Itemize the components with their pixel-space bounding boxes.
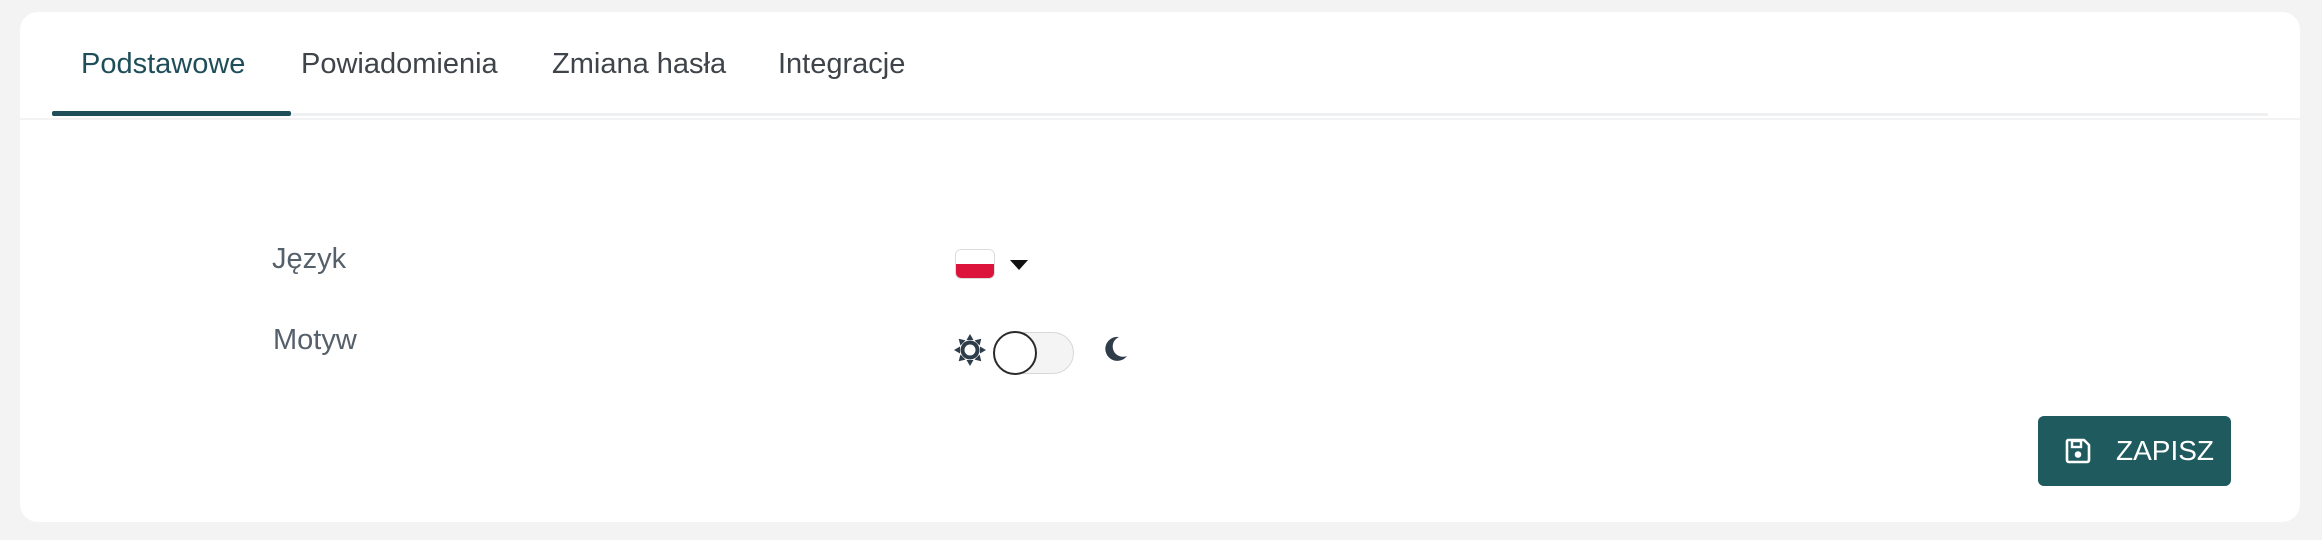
floppy-disk-icon [2065,438,2091,464]
toggle-knob [993,331,1037,375]
tab-integracje[interactable]: Integracje [778,48,905,81]
tab-zmiana-hasla[interactable]: Zmiana hasła [552,48,726,81]
caret-down-icon[interactable] [1010,260,1028,270]
save-button-label: ZAPISZ [2116,435,2215,466]
language-label: Język [272,243,347,275]
theme-toggle[interactable] [993,331,1074,375]
active-tab-indicator [52,111,291,116]
save-button[interactable]: ZAPISZ [2038,416,2231,486]
tab-podstawowe[interactable]: Podstawowe [81,48,245,81]
tabs-card: Podstawowe Powiadomienia Zmiana hasła In… [20,12,2300,118]
theme-label: Motyw [273,324,357,356]
tabs-divider [52,113,2268,116]
tab-powiadomienia[interactable]: Powiadomienia [301,48,498,81]
poland-flag-icon[interactable] [956,250,994,278]
sun-icon [954,334,986,366]
moon-icon [1105,336,1127,361]
settings-panel: Język Motyw ZAPISZ [20,120,2300,522]
